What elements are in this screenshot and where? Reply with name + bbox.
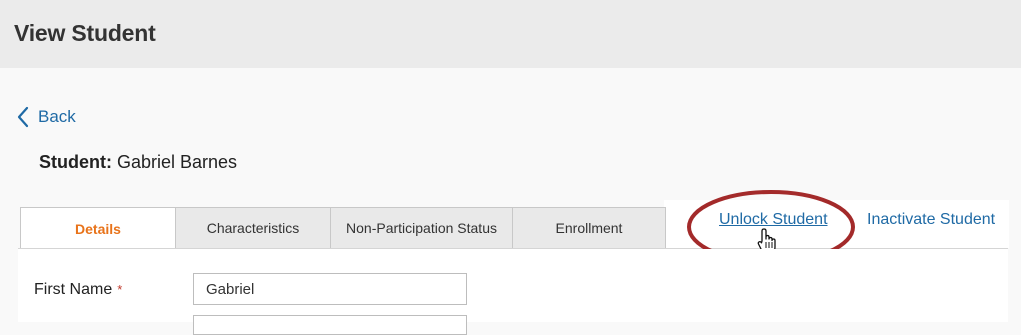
- page-title: View Student: [14, 20, 156, 46]
- required-marker: *: [117, 282, 123, 297]
- inactivate-student-link[interactable]: Inactivate Student: [867, 211, 995, 229]
- next-field-input[interactable]: [193, 315, 467, 335]
- tab-enrollment[interactable]: Enrollment: [512, 207, 666, 249]
- page-header: View Student: [0, 0, 1021, 68]
- back-link[interactable]: Back: [16, 106, 76, 128]
- back-label: Back: [38, 107, 76, 126]
- student-name: Gabriel Barnes: [117, 152, 238, 172]
- student-label: Student:: [39, 152, 112, 172]
- details-form: [18, 249, 1008, 322]
- first-name-input[interactable]: [193, 273, 467, 305]
- tab-details[interactable]: Details: [20, 207, 176, 250]
- first-name-label-text: First Name: [34, 281, 113, 298]
- tab-characteristics[interactable]: Characteristics: [175, 207, 331, 249]
- first-name-label: First Name *: [34, 281, 122, 299]
- tab-bar: Details Characteristics Non-Participatio…: [20, 207, 666, 250]
- student-heading: Student: Gabriel Barnes: [39, 152, 237, 173]
- tab-non-participation-status[interactable]: Non-Participation Status: [330, 207, 513, 249]
- chevron-left-icon: [17, 106, 29, 128]
